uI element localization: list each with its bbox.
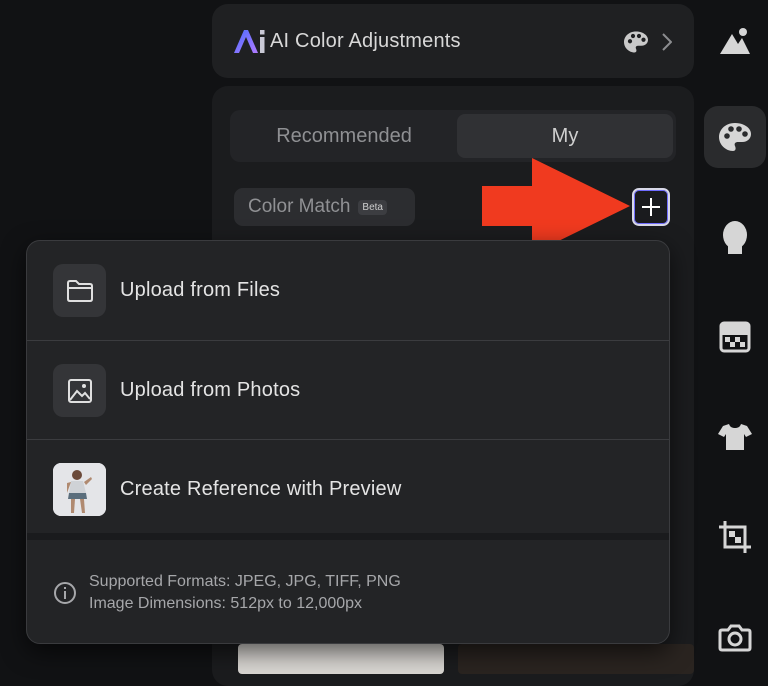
create-reference-with-preview-item[interactable]: Create Reference with Preview [27, 440, 669, 539]
header-title: AI Color Adjustments [270, 29, 461, 52]
color-match-label: Color Match [248, 196, 351, 217]
add-reference-menu: Upload from Files Upload from Photos Cre… [26, 240, 670, 644]
preview-photo-thumbnail [53, 463, 106, 516]
plus-icon [642, 198, 660, 216]
beta-badge: Beta [358, 199, 387, 215]
crop-icon[interactable] [704, 506, 766, 568]
tab-recommended[interactable]: Recommended [234, 114, 454, 158]
color-match-chip[interactable]: Color Match Beta [234, 188, 415, 226]
face-icon[interactable] [704, 206, 766, 268]
create-reference-with-preview-label: Create Reference with Preview [120, 478, 402, 500]
image-dimensions-text: Image Dimensions: 512px to 12,000px [89, 595, 363, 612]
supported-formats-info: Supported Formats: JPEG, JPG, TIFF, PNG … [53, 571, 401, 615]
info-icon [53, 571, 77, 610]
right-tool-rail [702, 0, 768, 667]
palette-icon[interactable] [704, 106, 766, 168]
preset-thumbnail[interactable] [458, 644, 694, 674]
preset-thumbnail[interactable] [238, 644, 444, 674]
shirt-icon[interactable] [704, 406, 766, 468]
upload-from-photos-item[interactable]: Upload from Photos [27, 341, 669, 440]
camera-icon[interactable] [704, 606, 766, 668]
upload-from-files-item[interactable]: Upload from Files [27, 241, 669, 340]
chevron-right-icon[interactable] [662, 33, 673, 56]
texture-icon[interactable] [704, 306, 766, 368]
image-icon [53, 364, 106, 417]
tab-my[interactable]: My [457, 114, 673, 158]
ai-color-adjustments-header[interactable]: AI Color Adjustments [212, 4, 694, 78]
preset-tabs: Recommended My [230, 110, 676, 162]
upload-from-photos-label: Upload from Photos [120, 379, 301, 401]
ai-logo-icon [232, 27, 268, 55]
landscape-icon[interactable] [704, 10, 766, 72]
upload-from-files-label: Upload from Files [120, 279, 281, 301]
palette-icon [622, 30, 650, 59]
folder-icon [53, 264, 106, 317]
supported-formats-text: Supported Formats: JPEG, JPG, TIFF, PNG [89, 573, 401, 590]
add-reference-button[interactable] [632, 188, 670, 226]
